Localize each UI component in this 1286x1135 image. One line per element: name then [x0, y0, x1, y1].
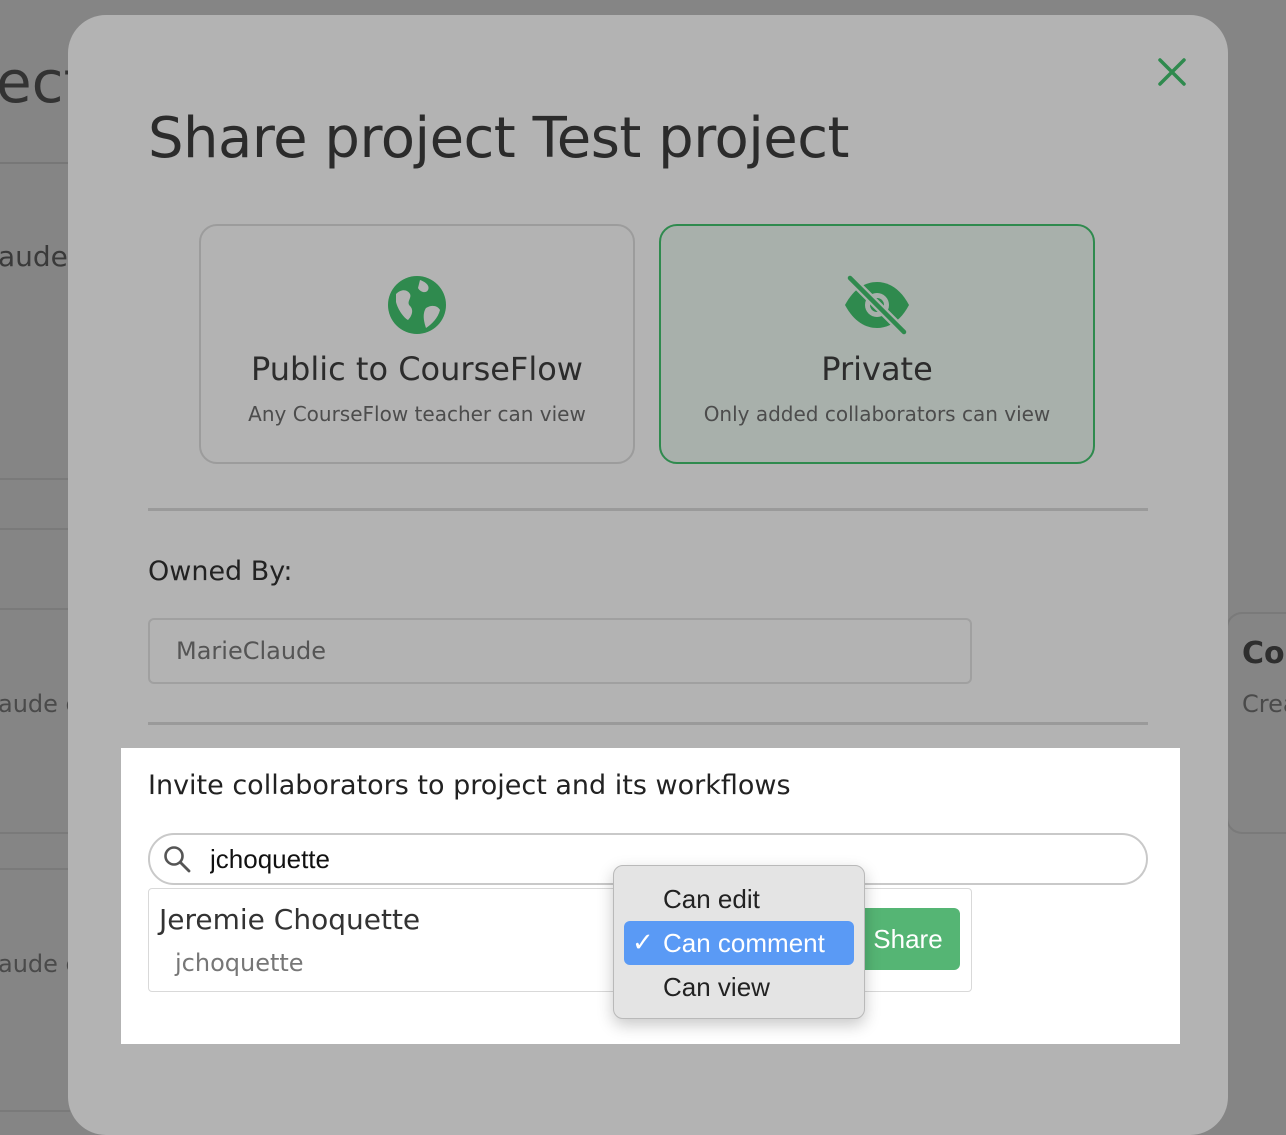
- result-user-name: Jeremie Choquette: [159, 903, 421, 936]
- checkmark-icon: ✓: [632, 927, 654, 957]
- private-option-card[interactable]: Private Only added collaborators can vie…: [659, 224, 1095, 464]
- public-option-title: Public to CourseFlow: [251, 350, 583, 388]
- owner-field: MarieClaude: [148, 618, 972, 684]
- section-divider: [148, 722, 1148, 725]
- permission-option-can-edit[interactable]: Can edit: [624, 877, 854, 921]
- result-username: jchoquette: [175, 949, 304, 977]
- permission-option-label: Can comment: [663, 927, 825, 958]
- permission-option-can-view[interactable]: Can view: [624, 965, 854, 1009]
- background-card: [0, 608, 70, 834]
- search-icon: [164, 846, 191, 873]
- public-option-card[interactable]: Public to CourseFlow Any CourseFlow teac…: [199, 224, 635, 464]
- owned-by-label: Owned By:: [148, 556, 293, 587]
- share-button[interactable]: Share: [856, 908, 960, 970]
- close-icon: [1158, 58, 1186, 86]
- background-owner-name: aude: [0, 240, 68, 273]
- eye-slash-icon: [845, 274, 909, 336]
- background-card: [0, 868, 70, 1112]
- permission-option-label: Can edit: [663, 883, 760, 914]
- modal-title: Share project Test project: [148, 106, 850, 171]
- close-button[interactable]: [1156, 56, 1188, 88]
- background-card-title: Cou: [1242, 636, 1286, 671]
- permission-option-can-comment[interactable]: ✓ Can comment: [624, 921, 854, 965]
- private-option-subtitle: Only added collaborators can view: [703, 402, 1051, 426]
- private-option-title: Private: [821, 350, 933, 388]
- background-card-description: Crea: [1242, 690, 1286, 718]
- public-option-subtitle: Any CourseFlow teacher can view: [248, 402, 586, 426]
- invite-heading: Invite collaborators to project and its …: [148, 770, 791, 801]
- section-divider: [148, 508, 1148, 511]
- background-card-description: aude c: [0, 690, 79, 718]
- permission-dropdown-menu: Can edit ✓ Can comment Can view: [613, 865, 865, 1019]
- owner-value: MarieClaude: [176, 637, 327, 665]
- background-divider: [0, 162, 70, 164]
- background-card: [0, 478, 70, 530]
- background-card-description: aude c: [0, 950, 79, 978]
- permission-option-label: Can view: [663, 971, 770, 1002]
- globe-icon: [388, 276, 446, 334]
